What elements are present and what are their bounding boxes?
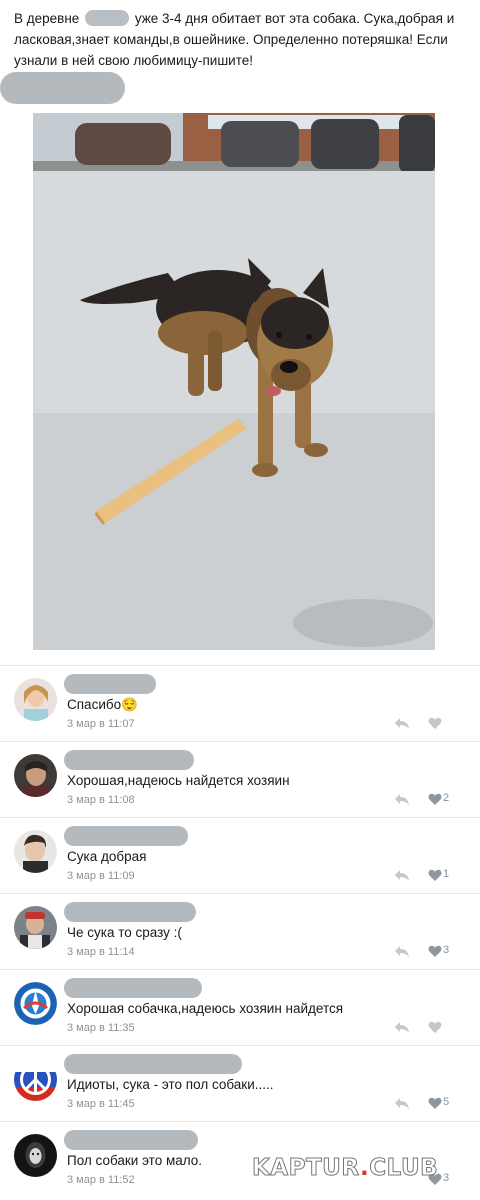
avatar[interactable] bbox=[14, 906, 57, 949]
comment-item: Че сука то сразу :( 3 мар в 11:14 3 bbox=[0, 893, 480, 969]
watermark-logo: KAPTUR.CLUB bbox=[252, 1155, 439, 1182]
avatar[interactable] bbox=[14, 830, 57, 873]
reply-icon[interactable] bbox=[394, 1020, 410, 1034]
comment-text: Сука добрая bbox=[67, 849, 147, 864]
redacted-commenter-name bbox=[64, 1054, 242, 1074]
redacted-commenter-name bbox=[64, 902, 196, 922]
heart-icon[interactable] bbox=[428, 792, 442, 806]
avatar[interactable] bbox=[14, 754, 57, 797]
comment-item: Сука добрая 3 мар в 11:09 1 bbox=[0, 817, 480, 893]
reply-icon[interactable] bbox=[394, 944, 410, 958]
comment-time: 3 мар в 11:14 bbox=[67, 946, 135, 958]
comment-item: Спасибо😌 3 мар в 11:07 bbox=[0, 665, 480, 741]
redacted-commenter-name bbox=[64, 826, 188, 846]
post-text-part2: уже 3-4 дня обитает вот эта собака. Сука… bbox=[14, 11, 455, 68]
post-photo[interactable] bbox=[33, 113, 435, 650]
reply-icon[interactable] bbox=[394, 716, 410, 730]
post-text-part1: В деревне bbox=[14, 11, 80, 26]
heart-icon[interactable] bbox=[428, 716, 442, 730]
comment-time: 3 мар в 11:08 bbox=[67, 794, 135, 806]
heart-icon[interactable] bbox=[428, 1096, 442, 1110]
redacted-commenter-name bbox=[64, 978, 202, 998]
avatar[interactable] bbox=[14, 1058, 57, 1101]
comment-text: Че сука то сразу :( bbox=[67, 925, 182, 940]
comment-item: Хорошая собачка,надеюсь хозяин найдется … bbox=[0, 969, 480, 1045]
redacted-author bbox=[0, 72, 125, 104]
avatar[interactable] bbox=[14, 678, 57, 721]
redacted-village-name bbox=[85, 10, 130, 26]
comment-text: Спасибо😌 bbox=[67, 697, 138, 712]
heart-icon[interactable] bbox=[428, 868, 442, 882]
like-count: 2 bbox=[443, 792, 450, 804]
comment-time: 3 мар в 11:09 bbox=[67, 870, 135, 882]
redacted-commenter-name bbox=[64, 674, 156, 694]
watermark-part2: CLUB bbox=[369, 1155, 439, 1182]
comment-text: Хорошая собачка,надеюсь хозяин найдется bbox=[67, 1001, 344, 1016]
comment-time: 3 мар в 11:52 bbox=[67, 1174, 135, 1186]
like-count: 3 bbox=[443, 1172, 450, 1184]
watermark-dot: . bbox=[359, 1155, 370, 1181]
avatar[interactable] bbox=[14, 982, 57, 1025]
redacted-commenter-name bbox=[64, 750, 194, 770]
reply-icon[interactable] bbox=[394, 792, 410, 806]
post-text: В деревне уже 3-4 дня обитает вот эта со… bbox=[14, 8, 470, 71]
like-count: 1 bbox=[443, 868, 450, 880]
heart-icon[interactable] bbox=[428, 1020, 442, 1034]
reply-icon[interactable] bbox=[394, 1096, 410, 1110]
reply-icon[interactable] bbox=[394, 868, 410, 882]
heart-icon[interactable] bbox=[428, 944, 442, 958]
like-count: 3 bbox=[443, 944, 450, 956]
comment-item: Хорошая,надеюсь найдется хозяин 3 мар в … bbox=[0, 741, 480, 817]
comment-time: 3 мар в 11:07 bbox=[67, 718, 135, 730]
comment-time: 3 мар в 11:45 bbox=[67, 1098, 135, 1110]
comment-text: Идиоты, сука - это пол собаки..... bbox=[67, 1077, 274, 1092]
avatar[interactable] bbox=[14, 1134, 57, 1177]
like-count: 5 bbox=[443, 1096, 450, 1108]
comment-time: 3 мар в 11:35 bbox=[67, 1022, 135, 1034]
comment-item: Идиоты, сука - это пол собаки..... 3 мар… bbox=[0, 1045, 480, 1121]
watermark-part1: KAPTUR bbox=[252, 1155, 360, 1182]
comment-text: Пол собаки это мало. bbox=[67, 1153, 203, 1168]
comment-text: Хорошая,надеюсь найдется хозяин bbox=[67, 773, 290, 788]
redacted-commenter-name bbox=[64, 1130, 198, 1150]
